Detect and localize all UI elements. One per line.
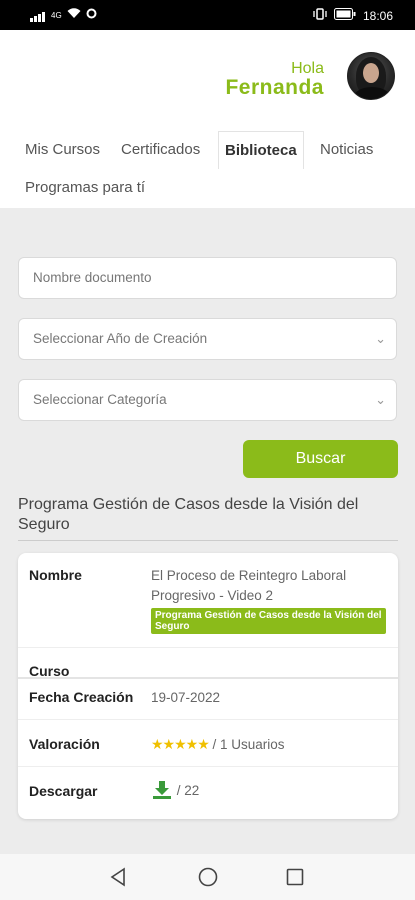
battery-icon — [333, 8, 356, 23]
nombre-value: El Proceso de Reintegro Laboral Progresi… — [151, 568, 347, 603]
row-divider — [18, 766, 398, 767]
rating-users: / 1 Usuarios — [212, 737, 285, 752]
user-name: Fernanda — [225, 76, 324, 99]
clock: 18:06 — [362, 8, 393, 23]
tab-programas[interactable]: Programas para tí — [19, 169, 151, 206]
star-icon: ★★★★★ — [151, 736, 210, 752]
document-card: Nombre El Proceso de Reintegro Laboral P… — [18, 553, 398, 819]
signal-icon — [30, 8, 46, 22]
download-area: / 22 — [151, 779, 199, 804]
tab-mis-cursos[interactable]: Mis Cursos — [19, 131, 106, 168]
tab-biblioteca[interactable]: Biblioteca — [218, 131, 304, 169]
tab-noticias[interactable]: Noticias — [314, 131, 379, 168]
category-select-label: Seleccionar Categoría — [33, 392, 167, 407]
section-divider — [18, 540, 398, 541]
row-divider — [18, 647, 398, 648]
app-header: Hola Fernanda Mis Cursos Certificados Bi… — [0, 30, 415, 272]
back-icon[interactable] — [108, 866, 128, 893]
wifi-icon — [67, 8, 81, 22]
tab-certificados[interactable]: Certificados — [115, 131, 206, 168]
rating: ★★★★★ / 1 Usuarios — [151, 736, 285, 753]
descargar-label: Descargar — [29, 783, 98, 799]
vibrate-icon — [313, 8, 327, 23]
document-name-input[interactable]: Nombre documento — [18, 257, 397, 299]
settings-icon — [86, 8, 97, 22]
section-title: Programa Gestión de Casos desde la Visió… — [18, 496, 359, 533]
status-bar: 4G 18:06 — [0, 0, 415, 30]
recents-icon[interactable] — [285, 866, 305, 893]
fecha-label: Fecha Creación — [29, 689, 134, 705]
category-select[interactable]: Seleccionar Categoría ⌄ — [18, 379, 397, 421]
network-label: 4G — [51, 10, 62, 20]
search-button[interactable]: Buscar — [243, 440, 398, 478]
year-select-label: Seleccionar Año de Creación — [33, 331, 208, 346]
home-icon[interactable] — [197, 866, 219, 893]
row-divider — [18, 677, 398, 679]
valoracion-label: Valoración — [29, 736, 100, 752]
avatar[interactable] — [347, 52, 395, 100]
chevron-down-icon: ⌄ — [375, 392, 386, 407]
year-select[interactable]: Seleccionar Año de Creación ⌄ — [18, 318, 397, 360]
download-icon[interactable] — [151, 779, 173, 804]
row-divider — [18, 719, 398, 720]
fecha-value: 19-07-2022 — [151, 690, 221, 705]
system-nav-bar — [0, 854, 415, 900]
download-count: / 22 — [176, 783, 200, 799]
nombre-label: Nombre — [29, 567, 82, 583]
biblioteca-panel: Nombre documento Seleccionar Año de Crea… — [0, 208, 415, 854]
program-badge: Programa Gestión de Casos desde la Visió… — [151, 608, 386, 634]
chevron-down-icon: ⌄ — [375, 331, 386, 346]
